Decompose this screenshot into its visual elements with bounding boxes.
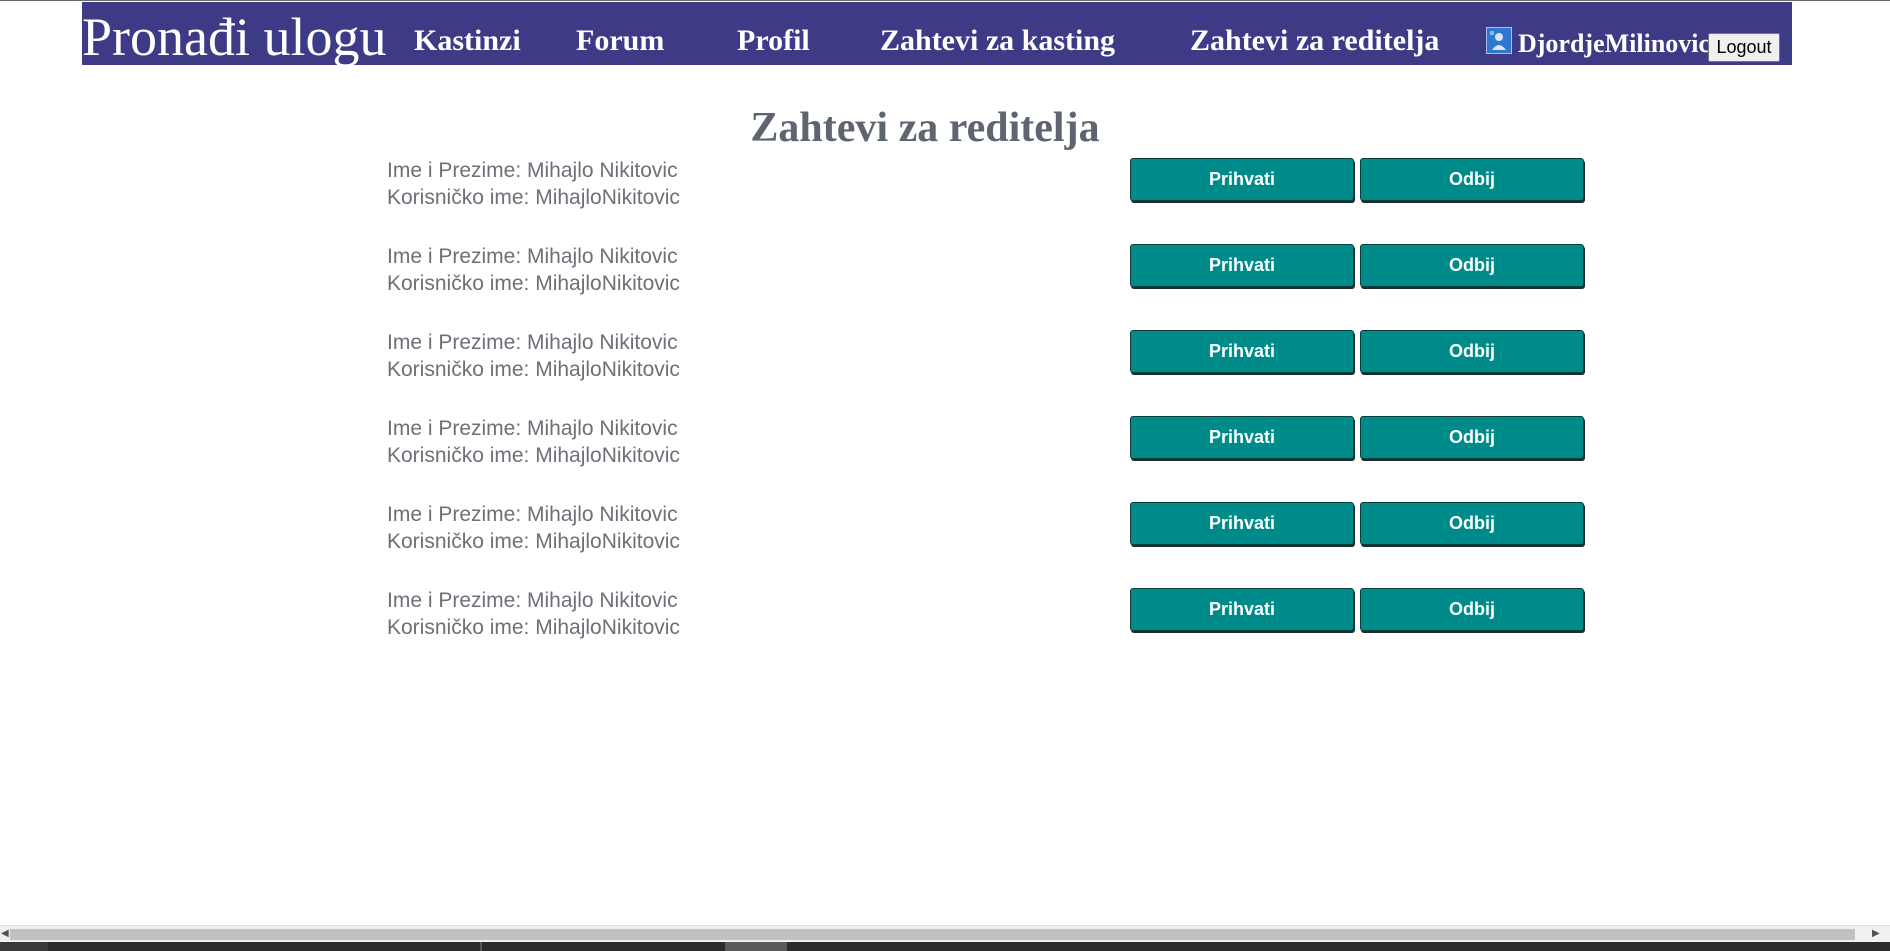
request-info: Ime i Prezime: Mihajlo Nikitovic Korisni…: [387, 157, 680, 211]
scroll-left-arrow-icon[interactable]: ◀: [1, 927, 9, 941]
request-full-name: Ime i Prezime: Mihajlo Nikitovic: [387, 331, 678, 354]
window-top-border: [0, 0, 1890, 1]
nav-link-profil[interactable]: Profil: [737, 22, 810, 60]
taskbar-segment: [0, 942, 48, 951]
accept-button[interactable]: Prihvati: [1130, 158, 1354, 201]
request-full-name: Ime i Prezime: Mihajlo Nikitovic: [387, 589, 678, 612]
request-row: Ime i Prezime: Mihajlo Nikitovic Korisni…: [387, 501, 1587, 561]
request-full-name: Ime i Prezime: Mihajlo Nikitovic: [387, 503, 678, 526]
request-info: Ime i Prezime: Mihajlo Nikitovic Korisni…: [387, 329, 680, 383]
reject-button[interactable]: Odbij: [1360, 244, 1584, 287]
reject-button[interactable]: Odbij: [1360, 330, 1584, 373]
username-label[interactable]: DjordjeMilinovic: [1518, 28, 1710, 60]
scrollbar-thumb[interactable]: [10, 929, 1855, 940]
top-navbar: Pronađi ulogu Kastinzi Forum Profil Zaht…: [82, 2, 1792, 68]
reject-button[interactable]: Odbij: [1360, 588, 1584, 631]
scroll-right-arrow-icon[interactable]: ▶: [1872, 927, 1880, 941]
site-brand[interactable]: Pronađi ulogu: [82, 6, 387, 68]
request-info: Ime i Prezime: Mihajlo Nikitovic Korisni…: [387, 243, 680, 297]
request-username: Korisničko ime: MihajloNikitovic: [387, 616, 680, 639]
nav-link-zahtevi-za-kasting[interactable]: Zahtevi za kasting: [880, 22, 1115, 60]
request-info: Ime i Prezime: Mihajlo Nikitovic Korisni…: [387, 415, 680, 469]
accept-button[interactable]: Prihvati: [1130, 244, 1354, 287]
accept-button[interactable]: Prihvati: [1130, 330, 1354, 373]
nav-link-forum[interactable]: Forum: [576, 22, 664, 60]
request-full-name: Ime i Prezime: Mihajlo Nikitovic: [387, 159, 678, 182]
request-full-name: Ime i Prezime: Mihajlo Nikitovic: [387, 245, 678, 268]
accept-button[interactable]: Prihvati: [1130, 416, 1354, 459]
taskbar-segment: [725, 942, 787, 951]
request-info: Ime i Prezime: Mihajlo Nikitovic Korisni…: [387, 501, 680, 555]
taskbar-strip: [0, 942, 1890, 951]
accept-button[interactable]: Prihvati: [1130, 502, 1354, 545]
request-row: Ime i Prezime: Mihajlo Nikitovic Korisni…: [387, 587, 1587, 647]
request-username: Korisničko ime: MihajloNikitovic: [387, 272, 680, 295]
request-username: Korisničko ime: MihajloNikitovic: [387, 358, 680, 381]
reject-button[interactable]: Odbij: [1360, 416, 1584, 459]
request-username: Korisničko ime: MihajloNikitovic: [387, 186, 680, 209]
reject-button[interactable]: Odbij: [1360, 502, 1584, 545]
request-full-name: Ime i Prezime: Mihajlo Nikitovic: [387, 417, 678, 440]
request-info: Ime i Prezime: Mihajlo Nikitovic Korisni…: [387, 587, 680, 641]
request-row: Ime i Prezime: Mihajlo Nikitovic Korisni…: [387, 329, 1587, 389]
request-row: Ime i Prezime: Mihajlo Nikitovic Korisni…: [387, 243, 1587, 303]
page-title: Zahtevi za reditelja: [750, 105, 1100, 151]
request-row: Ime i Prezime: Mihajlo Nikitovic Korisni…: [387, 157, 1587, 217]
request-row: Ime i Prezime: Mihajlo Nikitovic Korisni…: [387, 415, 1587, 475]
logout-button[interactable]: Logout: [1708, 33, 1780, 62]
taskbar-divider: [480, 942, 482, 951]
nav-link-zahtevi-za-reditelja[interactable]: Zahtevi za reditelja: [1190, 22, 1439, 60]
request-username: Korisničko ime: MihajloNikitovic: [387, 444, 680, 467]
request-username: Korisničko ime: MihajloNikitovic: [387, 530, 680, 553]
nav-link-kastinzi[interactable]: Kastinzi: [414, 22, 521, 60]
horizontal-scrollbar[interactable]: ◀ ▶: [0, 925, 1890, 942]
avatar[interactable]: [1486, 27, 1512, 54]
accept-button[interactable]: Prihvati: [1130, 588, 1354, 631]
reject-button[interactable]: Odbij: [1360, 158, 1584, 201]
user-avatar-icon: [1487, 28, 1511, 53]
